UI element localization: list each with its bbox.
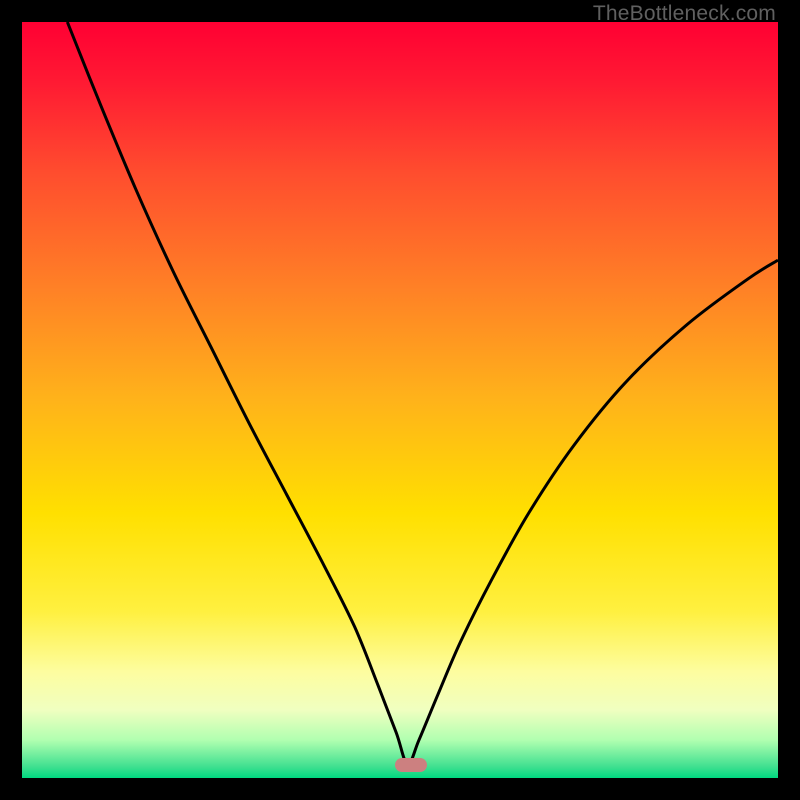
optimal-marker <box>395 758 427 772</box>
plot-area <box>22 22 778 778</box>
bottleneck-curve <box>22 22 778 778</box>
chart-container: TheBottleneck.com <box>0 0 800 800</box>
watermark-text: TheBottleneck.com <box>593 2 776 26</box>
